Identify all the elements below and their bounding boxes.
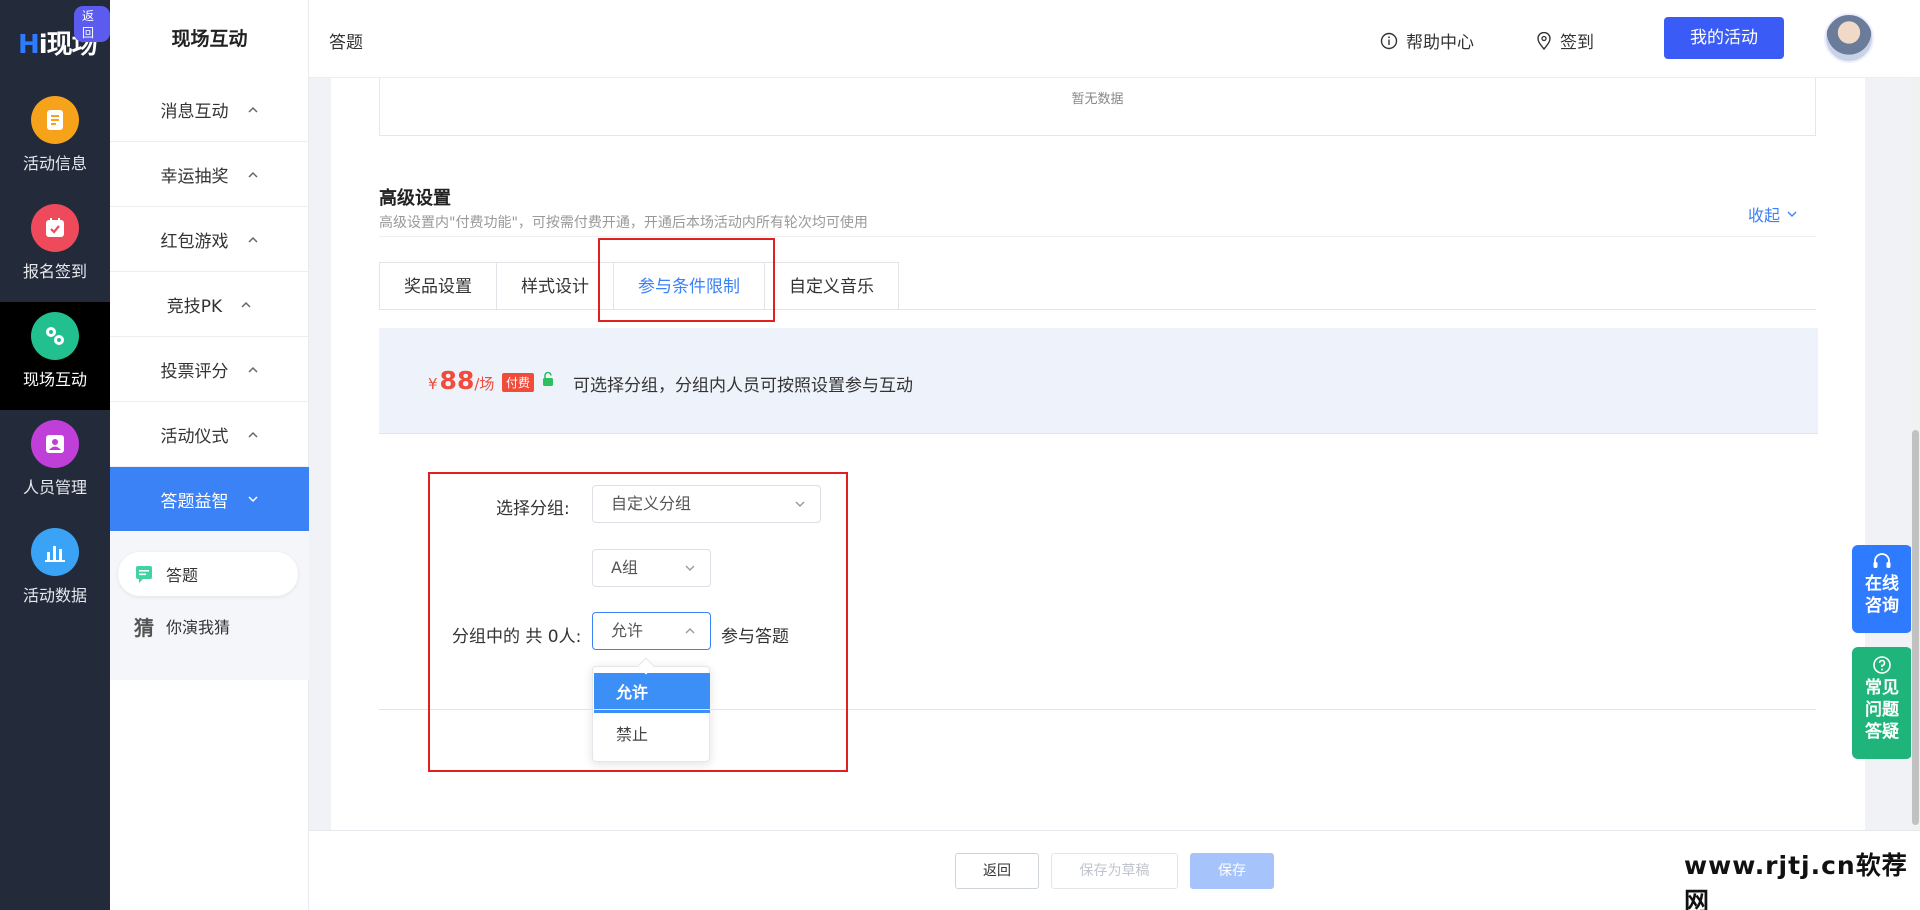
chevron-up-icon (247, 171, 258, 178)
menu-item-ceremony[interactable]: 活动仪式 (110, 403, 309, 467)
help-center-link[interactable]: 帮助中心 (1380, 28, 1474, 53)
sub-item-quiz[interactable]: 答题 (118, 552, 298, 596)
unlock-icon (543, 371, 553, 386)
watermark: www.rjtj.cn软荐网 (1684, 851, 1908, 910)
guess-icon: 猜 (134, 615, 154, 640)
advanced-settings-desc: 高级设置内"付费功能"，可按需付费开通，开通后本场活动内所有轮次均可使用 (379, 215, 868, 231)
scrollbar-thumb[interactable] (1912, 430, 1919, 825)
rail-item-people[interactable]: 人员管理 (0, 410, 110, 518)
rail-item-activity-info[interactable]: 活动信息 (0, 86, 110, 194)
tabs-underline (379, 309, 1816, 310)
menu-item-pk[interactable]: 竞技PK (110, 273, 309, 337)
headset-icon (1873, 553, 1891, 568)
online-consult-button[interactable]: 在线咨询 (1852, 545, 1912, 633)
menu-item-quiz[interactable]: 答题益智 (110, 467, 309, 531)
location-pin-icon (1537, 31, 1551, 50)
paid-badge: 付费 (502, 373, 535, 392)
question-circle-icon (1873, 656, 1891, 674)
top-bar: 答题 帮助中心 签到 我的活动 (309, 0, 1920, 78)
rail-label: 人员管理 (22, 478, 87, 497)
highlight-box-tab (598, 238, 775, 322)
rail-item-signup[interactable]: 报名签到 (0, 194, 110, 302)
document-icon (31, 96, 79, 144)
rail-label: 报名签到 (22, 262, 87, 281)
save-draft-button[interactable]: 保存为草稿 (1051, 853, 1178, 889)
info-icon (1380, 32, 1398, 49)
no-data-text: 暂无数据 (1071, 92, 1124, 107)
rail-label: 现场互动 (22, 370, 87, 389)
chevron-up-icon (247, 236, 258, 243)
menu-item-label: 答题益智 (160, 491, 229, 512)
price-amount: 88 (439, 366, 475, 395)
faq-label: 常见问题答疑 (1865, 678, 1899, 742)
menu-item-message[interactable]: 消息互动 (110, 78, 309, 142)
sub-item-charades[interactable]: 猜 你演我猜 (118, 604, 298, 648)
checkin-link[interactable]: 签到 (1536, 28, 1594, 53)
advanced-settings-title: 高级设置 (379, 188, 451, 209)
menu-item-label: 消息互动 (160, 102, 229, 122)
secondary-menu: 现场互动 消息互动 幸运抽奖 红包游戏 竞技PK 投票评分 活动仪式 答题益智 … (110, 0, 309, 910)
menu-item-label: 竞技PK (166, 297, 223, 317)
menu-item-label: 活动仪式 (160, 427, 229, 447)
submenu-title: 现场互动 (171, 28, 248, 50)
menu-item-label: 投票评分 (160, 362, 229, 382)
left-rail: Hi现场 返回 活动信息 报名签到 现场互动 人员管理 活动数据 (0, 0, 110, 910)
rail-label: 活动信息 (22, 154, 87, 173)
menu-item-label: 幸运抽奖 (160, 167, 229, 187)
tab-style-design[interactable]: 样式设计 (496, 262, 613, 310)
my-activity-button[interactable]: 我的活动 (1664, 17, 1784, 59)
menu-item-label: 红包游戏 (160, 232, 229, 252)
calendar-check-icon (31, 204, 79, 252)
back-button[interactable]: 返回 (955, 853, 1039, 889)
collapse-toggle[interactable]: 收起 (1748, 202, 1798, 226)
menu-item-vote[interactable]: 投票评分 (110, 338, 309, 402)
price: ¥ 88 /场 (428, 366, 494, 395)
tab-prize-settings[interactable]: 奖品设置 (379, 262, 496, 310)
person-card-icon (31, 420, 79, 468)
collapse-label: 收起 (1748, 206, 1781, 225)
menu-item-lottery[interactable]: 幸运抽奖 (110, 143, 309, 207)
help-center-label: 帮助中心 (1406, 33, 1474, 53)
chevron-up-icon (247, 431, 258, 438)
sub-item-label: 你演我猜 (166, 618, 231, 637)
avatar[interactable] (1824, 13, 1874, 63)
highlight-box-form (428, 472, 848, 772)
quiz-submenu-panel: 答题 猜 你演我猜 (110, 532, 309, 680)
online-consult-label: 在线咨询 (1865, 574, 1899, 616)
pay-description: 可选择分组，分组内人员可按照设置参与互动 (573, 376, 913, 396)
back-badge[interactable]: 返回 (74, 6, 110, 42)
price-currency: ¥ (428, 375, 438, 393)
save-button[interactable]: 保存 (1190, 853, 1274, 889)
checkin-label: 签到 (1560, 33, 1594, 53)
tab-custom-music[interactable]: 自定义音乐 (764, 262, 899, 310)
divider (379, 236, 1816, 237)
menu-item-redpacket[interactable]: 红包游戏 (110, 208, 309, 272)
chevron-up-icon (241, 301, 251, 308)
rail-label: 活动数据 (22, 586, 87, 605)
rail-item-live-interaction[interactable]: 现场互动 (0, 302, 110, 410)
page-title: 答题 (329, 33, 363, 53)
chevron-up-icon (247, 106, 258, 113)
interact-icon (31, 312, 79, 360)
empty-table: 暂无数据 (379, 78, 1816, 136)
chevron-down-icon (1787, 211, 1797, 217)
bar-chart-icon (31, 528, 79, 576)
sub-item-label: 答题 (166, 566, 199, 585)
faq-button[interactable]: 常见问题答疑 (1852, 647, 1912, 759)
chevron-up-icon (247, 366, 258, 373)
rail-item-data[interactable]: 活动数据 (0, 518, 110, 626)
chevron-down-icon (247, 496, 258, 503)
chat-list-icon (136, 566, 152, 583)
price-unit: /场 (474, 375, 495, 393)
